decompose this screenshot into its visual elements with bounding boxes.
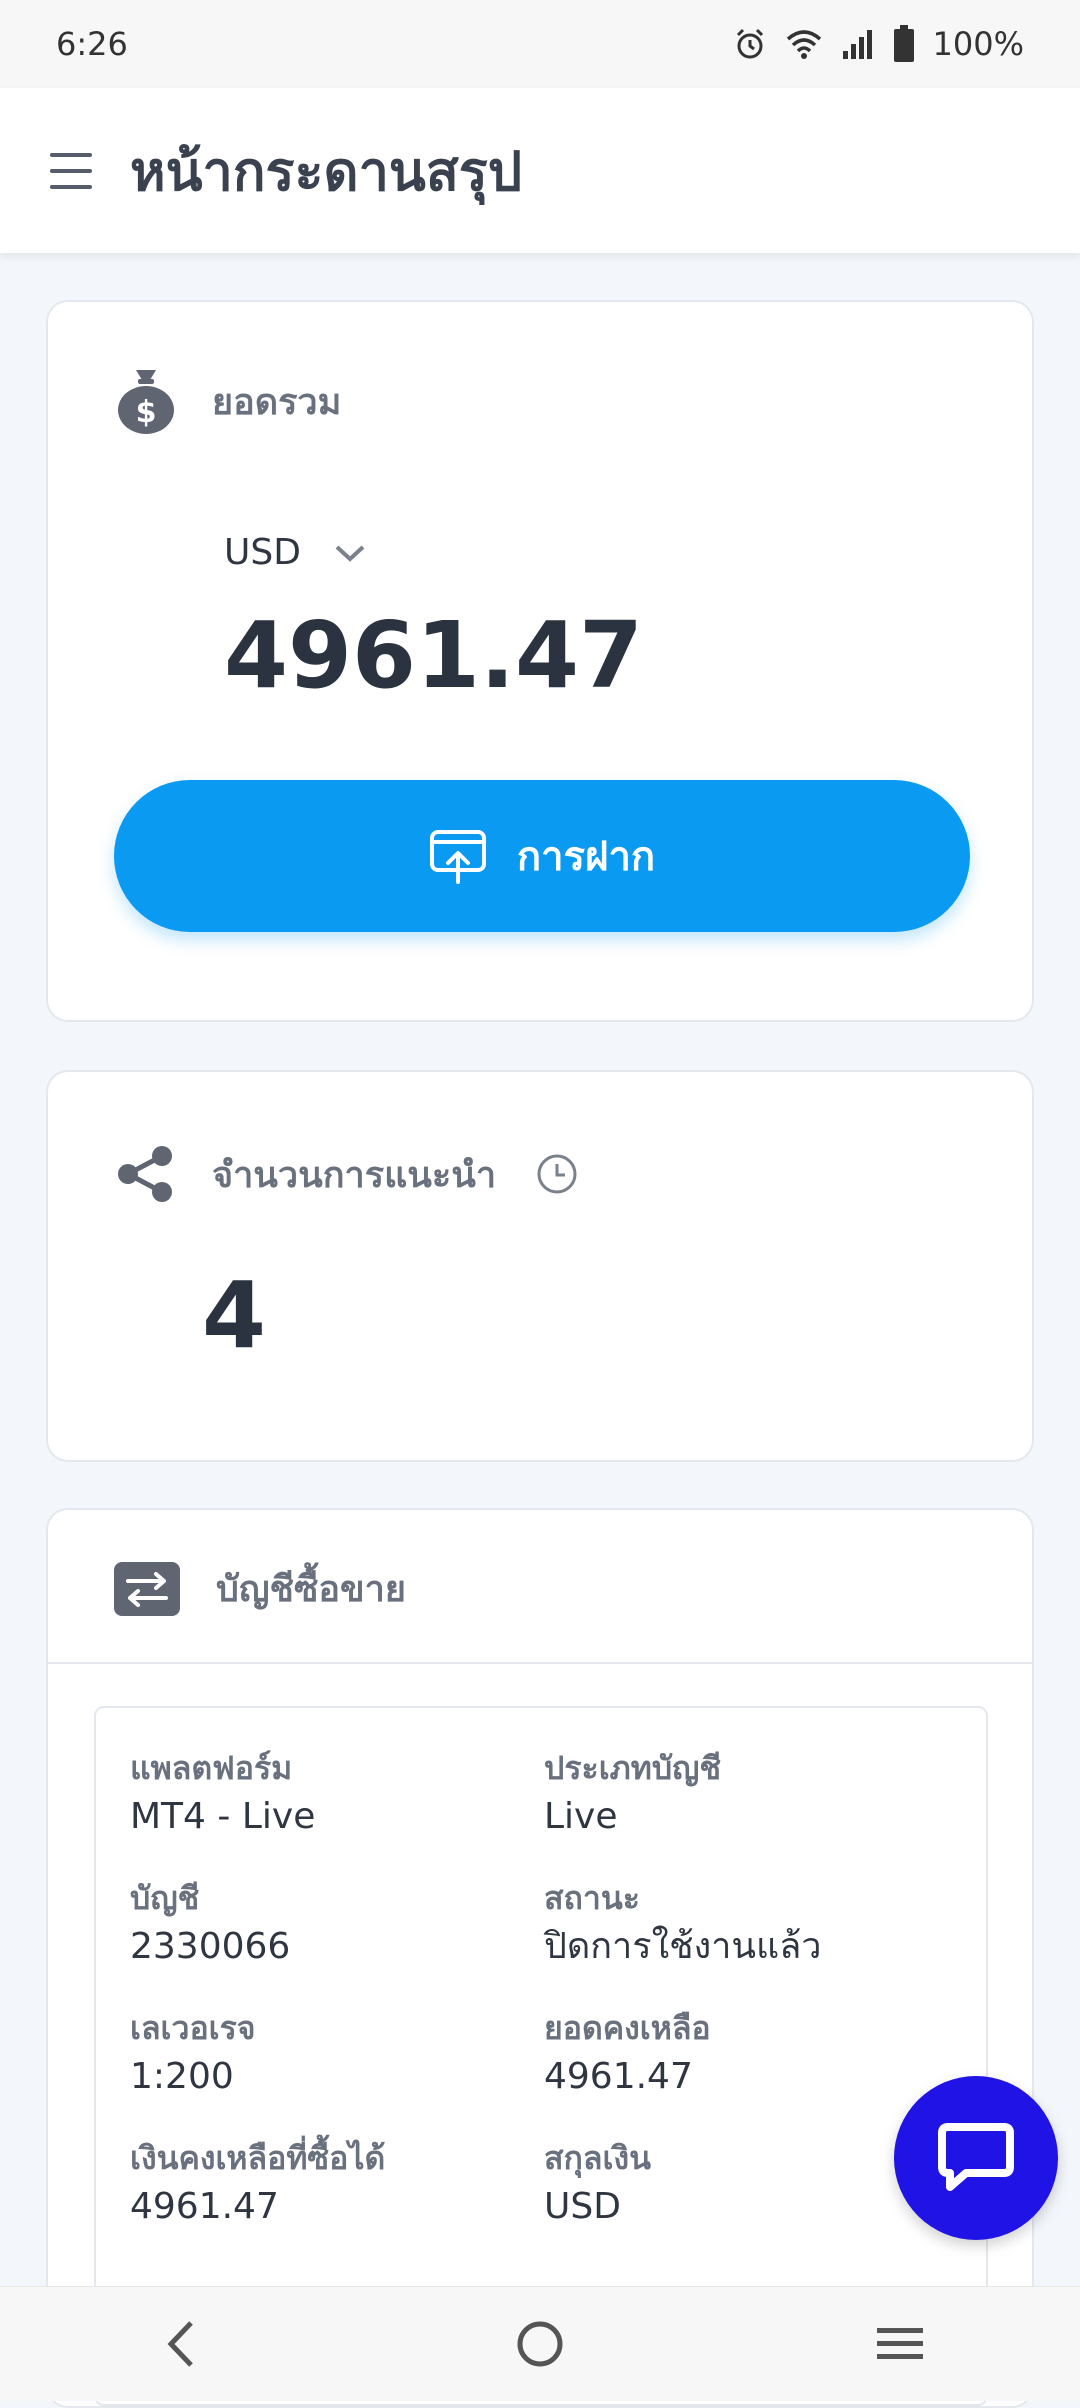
field-label: สกุลเงิน (544, 2139, 651, 2177)
field-account-type: ประเภทบัญชี Live (544, 1746, 721, 1844)
trading-accounts-label: บัญชีซื้อขาย (216, 1569, 406, 1610)
battery-percent: 100% (932, 25, 1024, 63)
swap-arrows-icon (114, 1561, 180, 1616)
share-icon (118, 1146, 172, 1202)
field-leverage: เลเวอเรจ 1:200 (130, 2006, 256, 2104)
field-value: 2330066 (130, 1926, 291, 1967)
field-label: บัญชี (130, 1879, 200, 1917)
hamburger-menu-icon[interactable] (50, 152, 92, 189)
signal-icon (842, 30, 872, 59)
alarm-icon (736, 28, 763, 59)
chevron-down-icon (335, 545, 365, 562)
status-bar: 6:26 100% (0, 0, 1080, 88)
live-chat-button[interactable] (894, 2076, 1058, 2240)
field-value: 1:200 (130, 2056, 234, 2097)
field-status: สถานะ ปิดการใช้งานแล้ว (544, 1876, 821, 1974)
referral-count: 4 (202, 1262, 267, 1369)
trading-accounts-card: บัญชีซื้อขาย แพลตฟอร์ม MT4 - Live ประเภท… (46, 1508, 1034, 2408)
trading-accounts-header: บัญชีซื้อขาย (114, 1560, 406, 1617)
total-balance-card: $ ยอดรวม USD 4961.47 การฝาก (46, 300, 1034, 1022)
nav-recents-button[interactable] (840, 2299, 960, 2389)
battery-icon (893, 25, 914, 62)
deposit-button-label: การฝาก (516, 834, 656, 880)
nav-back-button[interactable] (120, 2299, 240, 2389)
field-free-margin: เงินคงเหลือที่ซื้อได้ 4961.47 (130, 2136, 385, 2234)
total-balance-header: $ ยอดรวม (116, 366, 341, 436)
wifi-icon (786, 30, 821, 59)
field-label: เลเวอเรจ (130, 2009, 256, 2047)
card-divider (48, 1662, 1032, 1664)
field-label: แพลตฟอร์ม (130, 1749, 293, 1787)
field-label: สถานะ (544, 1879, 640, 1917)
app-bar: หน้ากระดานสรุป (0, 88, 1080, 253)
svg-text:$: $ (136, 395, 157, 430)
field-value: Live (544, 1796, 618, 1837)
history-clock-icon[interactable] (536, 1153, 578, 1195)
field-platform: แพลตฟอร์ม MT4 - Live (130, 1746, 315, 1844)
field-label: ยอดคงเหลือ (544, 2009, 711, 2047)
total-balance-label: ยอดรวม (212, 381, 342, 423)
field-value: ปิดการใช้งานแล้ว (544, 1926, 822, 1967)
field-label: เงินคงเหลือที่ซื้อได้ (130, 2139, 386, 2177)
recents-icon (877, 2328, 923, 2359)
deposit-button[interactable]: การฝาก (114, 780, 970, 932)
deposit-upload-icon (429, 830, 486, 884)
referral-card: จำนวนการแนะนำ 4 (46, 1070, 1034, 1462)
field-value: 4961.47 (130, 2186, 279, 2227)
page-title: หน้ากระดานสรุป (130, 139, 523, 203)
nav-home-button[interactable] (480, 2299, 600, 2389)
money-bag-icon: $ (118, 370, 174, 434)
field-balance: ยอดคงเหลือ 4961.47 (544, 2006, 711, 2104)
chat-bubble-icon (938, 2123, 1014, 2191)
field-label: ประเภทบัญชี (544, 1749, 722, 1787)
field-value: MT4 - Live (130, 1796, 316, 1837)
total-balance-value: 4961.47 (224, 602, 644, 709)
home-icon (517, 2321, 563, 2367)
status-icons: 100% (733, 25, 1024, 63)
system-nav-bar (0, 2286, 1080, 2401)
field-currency: สกุลเงิน USD (544, 2136, 651, 2234)
field-value: 4961.47 (544, 2056, 693, 2097)
currency-dropdown[interactable]: USD (224, 532, 367, 573)
field-account-number: บัญชี 2330066 (130, 1876, 290, 1974)
field-value: USD (544, 2186, 621, 2227)
currency-value: USD (224, 532, 301, 573)
referral-label: จำนวนการแนะนำ (212, 1154, 497, 1196)
status-time: 6:26 (56, 25, 128, 63)
referral-header: จำนวนการแนะนำ (116, 1144, 578, 1204)
back-icon (167, 2321, 193, 2367)
